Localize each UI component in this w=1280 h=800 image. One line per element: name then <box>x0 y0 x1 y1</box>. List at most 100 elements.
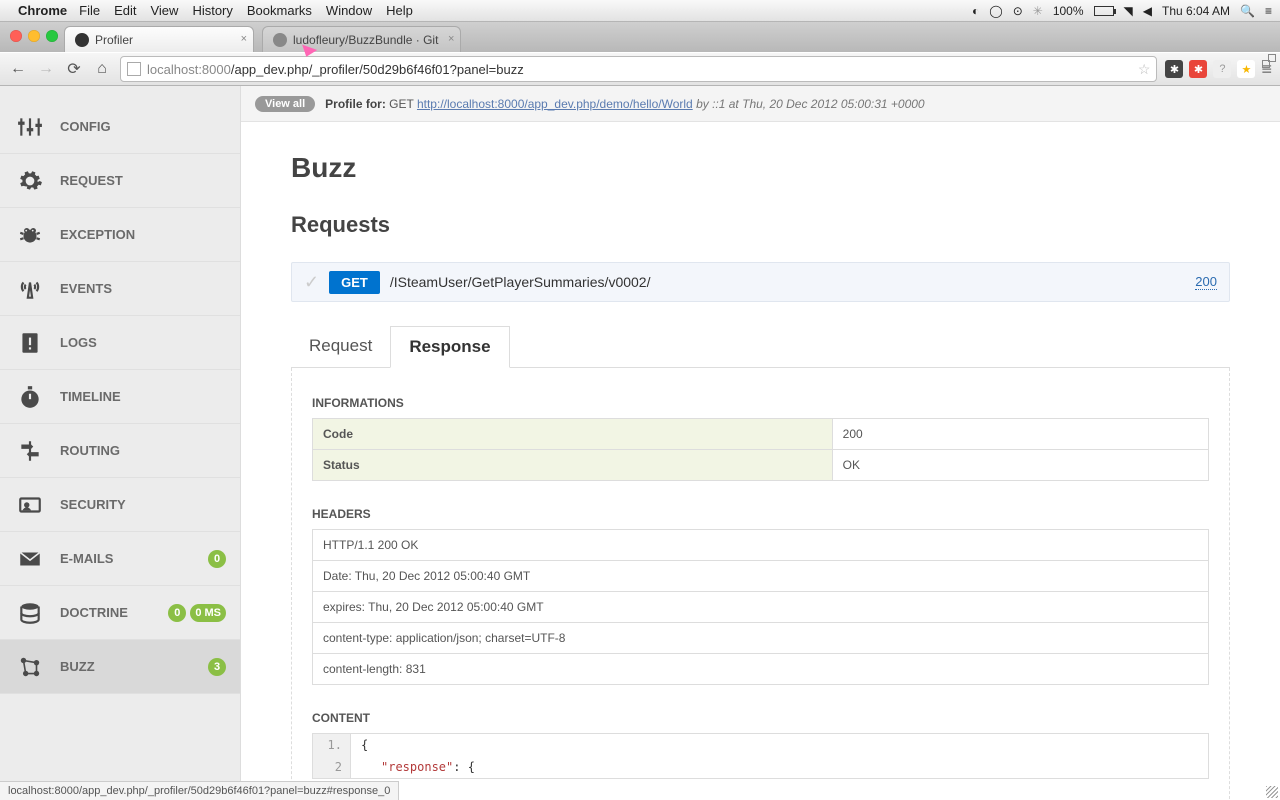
extensions: ✱ ✱ ? ★ ≡ <box>1165 59 1272 80</box>
tab-response[interactable]: Response <box>390 326 509 368</box>
bookmark-star-icon[interactable]: ☆ <box>1138 61 1151 78</box>
address-bar[interactable]: localhost:8000/app_dev.php/_profiler/50d… <box>120 56 1157 82</box>
profile-prefix: Profile for: <box>325 97 386 111</box>
table-row: HTTP/1.1 200 OK <box>313 530 1209 561</box>
content-heading: CONTENT <box>312 711 1209 725</box>
sidebar-item-label: BUZZ <box>60 659 95 674</box>
info-value: 200 <box>832 419 1208 450</box>
content-area: Buzz Requests ✓ GET /ISteamUser/GetPlaye… <box>241 122 1280 800</box>
profile-by: by ::1 at <box>696 97 739 111</box>
header-line: expires: Thu, 20 Dec 2012 05:00:40 GMT <box>313 592 1209 623</box>
menu-history[interactable]: History <box>192 3 232 18</box>
signpost-icon <box>14 437 46 465</box>
extension-star-icon[interactable]: ★ <box>1237 60 1255 78</box>
profile-url-link[interactable]: http://localhost:8000/app_dev.php/demo/h… <box>417 97 693 111</box>
extension-gear-icon[interactable]: ✱ <box>1165 60 1183 78</box>
sidebar-item-exception[interactable]: EXCEPTION <box>0 208 240 262</box>
line-number: 2 <box>313 756 351 778</box>
headers-heading: HEADERS <box>312 507 1209 521</box>
extension-red-icon[interactable]: ✱ <box>1189 60 1207 78</box>
view-all-button[interactable]: View all <box>255 96 315 112</box>
sidebar-item-doctrine[interactable]: DOCTRINE 0 0 MS <box>0 586 240 640</box>
menu-edit[interactable]: Edit <box>114 3 136 18</box>
extension-help-icon[interactable]: ? <box>1213 60 1231 78</box>
sidebar-item-buzz[interactable]: BUZZ 3 <box>0 640 240 694</box>
bug-icon <box>14 221 46 249</box>
menu-file[interactable]: File <box>79 3 100 18</box>
sidebar-item-emails[interactable]: E-MAILS 0 <box>0 532 240 586</box>
back-button[interactable]: ← <box>8 59 28 79</box>
sidebar-item-label: EXCEPTION <box>60 227 135 242</box>
log-icon <box>14 329 46 357</box>
count-badge: 0 <box>168 604 186 622</box>
close-icon[interactable]: × <box>241 33 247 45</box>
sidebar-item-request[interactable]: REQUEST <box>0 154 240 208</box>
info-value: OK <box>832 450 1208 481</box>
sidebar-item-logs[interactable]: LOGS <box>0 316 240 370</box>
detail-tabs: Request Response <box>291 326 1230 368</box>
response-body-code: 1. { 2 "response": { <box>312 733 1209 779</box>
tab-request[interactable]: Request <box>291 326 390 367</box>
line-number: 1. <box>313 734 351 756</box>
menubar-status-icon[interactable]: ⊙ <box>1013 4 1023 18</box>
volume-icon[interactable]: ◀ <box>1143 4 1152 18</box>
resize-grip-icon[interactable] <box>1266 786 1278 798</box>
response-code-link[interactable]: 200 <box>1195 274 1217 290</box>
forward-button[interactable]: → <box>36 59 56 79</box>
battery-percent[interactable]: 100% <box>1053 4 1084 18</box>
sliders-icon <box>14 113 46 141</box>
code-token: : { <box>453 760 475 774</box>
sidebar-item-timeline[interactable]: TIMELINE <box>0 370 240 424</box>
sidebar-item-label: EVENTS <box>60 281 112 296</box>
home-button[interactable]: ⌂ <box>92 59 112 79</box>
network-icon <box>14 653 46 681</box>
bluetooth-icon[interactable]: ✳︎ <box>1033 4 1043 18</box>
informations-heading: INFORMATIONS <box>312 396 1209 410</box>
close-window-icon[interactable] <box>10 30 22 42</box>
url-port: :8000 <box>198 62 231 77</box>
favicon-icon <box>273 33 287 47</box>
window-controls[interactable] <box>10 30 58 42</box>
battery-icon[interactable] <box>1094 6 1114 16</box>
sidebar-item-config[interactable]: CONFIG <box>0 100 240 154</box>
close-icon[interactable]: × <box>448 33 454 45</box>
time-badge: 0 MS <box>190 604 226 622</box>
table-row: expires: Thu, 20 Dec 2012 05:00:40 GMT <box>313 592 1209 623</box>
sidebar-item-routing[interactable]: ROUTING <box>0 424 240 478</box>
request-summary-row[interactable]: ✓ GET /ISteamUser/GetPlayerSummaries/v00… <box>291 262 1230 302</box>
sidebar-item-events[interactable]: EVENTS <box>0 262 240 316</box>
informations-table: Code 200 Status OK <box>312 418 1209 481</box>
envelope-icon <box>14 545 46 573</box>
menu-bookmarks[interactable]: Bookmarks <box>247 3 312 18</box>
menubar-status-icon[interactable]: ◯ <box>989 4 1002 18</box>
minimize-window-icon[interactable] <box>28 30 40 42</box>
http-method-badge: GET <box>329 271 380 294</box>
menu-window[interactable]: Window <box>326 3 372 18</box>
tab-strip: Profiler × ludofleury/BuzzBundle · Git × <box>0 22 1280 52</box>
code-token: { <box>361 738 368 752</box>
profile-method: GET <box>389 97 413 111</box>
reload-button[interactable]: ⟳ <box>64 59 84 79</box>
menu-view[interactable]: View <box>150 3 178 18</box>
browser-window: Profiler × ludofleury/BuzzBundle · Git ×… <box>0 22 1280 800</box>
notification-center-icon[interactable]: ≡ <box>1265 4 1272 18</box>
menubar-status-icon[interactable]: ◐ <box>972 4 979 18</box>
wifi-icon[interactable]: ◥ <box>1124 4 1133 18</box>
fullscreen-icon[interactable] <box>1262 54 1276 68</box>
browser-tab-active[interactable]: Profiler × <box>64 26 254 52</box>
zoom-window-icon[interactable] <box>46 30 58 42</box>
spotlight-icon[interactable]: 🔍 <box>1240 4 1255 18</box>
header-line: HTTP/1.1 200 OK <box>313 530 1209 561</box>
menu-help[interactable]: Help <box>386 3 413 18</box>
page: CONFIG REQUEST EXCEPTION EVENTS LOGS TIM… <box>0 86 1280 800</box>
profiler-sidebar: CONFIG REQUEST EXCEPTION EVENTS LOGS TIM… <box>0 86 240 800</box>
sidebar-item-label: CONFIG <box>60 119 111 134</box>
table-row: content-length: 831 <box>313 654 1209 685</box>
profile-time: Thu, 20 Dec 2012 05:00:31 +0000 <box>742 97 924 111</box>
url-path: /app_dev.php/_profiler/50d29b6f46f01?pan… <box>231 62 524 77</box>
url-host: localhost <box>147 62 198 77</box>
sidebar-item-security[interactable]: SECURITY <box>0 478 240 532</box>
menubar-app[interactable]: Chrome <box>18 3 67 18</box>
browser-tab[interactable]: ludofleury/BuzzBundle · Git × <box>262 26 461 52</box>
clock[interactable]: Thu 6:04 AM <box>1162 4 1230 18</box>
